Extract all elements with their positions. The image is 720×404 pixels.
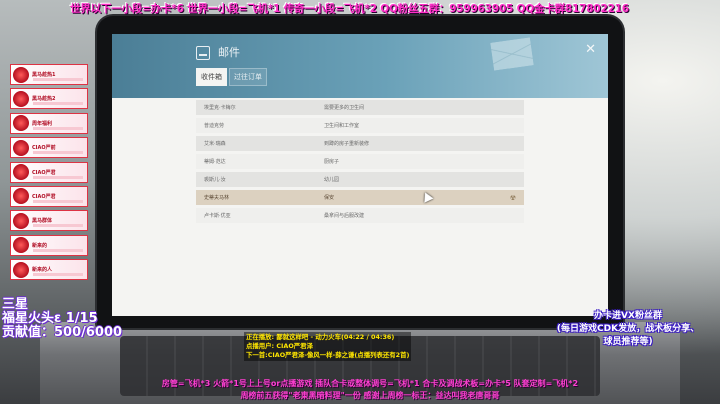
mail-subject: 厨房子 xyxy=(324,159,340,165)
rank-label: CIAO严君 xyxy=(32,169,56,176)
mail-sender: 史蒂夫马林 xyxy=(204,195,230,201)
mail-row[interactable]: 普迪克劳 卫生间和工作室 xyxy=(196,118,524,133)
rank-badge-icon xyxy=(13,66,29,83)
rank-card: 黑马群体 xyxy=(10,210,88,232)
mail-sender: 裘斯儿·汝 xyxy=(204,177,226,183)
rank-badge-icon xyxy=(13,164,29,181)
tab-past-orders[interactable]: 过往订单 xyxy=(229,68,267,86)
rank-card: 黑马趁热2 xyxy=(10,88,88,110)
bottom-banner-line-2: 周榜前五获得"老東黑暗料理"一份 感谢上周榜一标王：益达叫我老唐哥哥 xyxy=(240,391,500,400)
rank-bar xyxy=(33,199,83,203)
notice-line-2: (每日游戏CDK发放，战术板分享、 xyxy=(556,324,700,334)
notice-line-3: 球员推荐等) xyxy=(603,337,653,347)
top-banner: 世界以下一小段=办卡*6 世界一小段=飞机*1 传奇一小段=飞机*2 QQ粉丝五… xyxy=(70,3,629,15)
mail-sender: 艾米·瑞森 xyxy=(204,141,226,147)
rank-label: 黑马群体 xyxy=(32,218,53,225)
stats-line-progress: 福星火头ε 1/15 xyxy=(2,311,98,326)
mail-sender: 蒂姆·范达 xyxy=(204,159,226,165)
game-screen: 邮件 ✕ 收件箱 过往订单 埃里克·卡梅尔 需要更多的卫生间 普迪克劳 卫生间和… xyxy=(112,34,608,316)
tab-inbox[interactable]: 收件箱 xyxy=(196,68,227,86)
bottom-banner: 房管=飞机*3 火箭*1号上上号or点播游戏 插队合卡或整体调号=飞机*1 合卡… xyxy=(90,378,650,402)
requester-line: 点播用户: CIAO严君泽 xyxy=(246,342,313,350)
contribution-stats: 三星 福星火头ε 1/15 贡献值：500/6000 xyxy=(2,298,122,340)
mail-header: 邮件 ✕ 收件箱 过往订单 xyxy=(112,34,608,98)
stats-line-contribution: 贡献值：500/6000 xyxy=(2,325,123,340)
rank-badge-icon xyxy=(13,261,29,278)
mail-subject: 卫生间和工作室 xyxy=(324,123,360,129)
mail-sender: 卢卡斯·优亚 xyxy=(204,213,231,219)
fan-group-notice: 办卡进VX粉丝群 (每日游戏CDK发放，战术板分享、 球员推荐等) xyxy=(540,310,716,349)
rank-bar xyxy=(33,151,83,155)
rank-bar xyxy=(33,248,83,252)
mail-row-selected[interactable]: 史蒂夫马林 保安 ☢ xyxy=(196,190,524,205)
rank-bar xyxy=(33,78,83,81)
mail-sender: 埃里克·卡梅尔 xyxy=(204,105,236,111)
mail-row[interactable]: 埃里克·卡梅尔 需要更多的卫生间 xyxy=(196,100,524,115)
stats-line-rank: 三星 xyxy=(2,297,29,312)
rank-card: CIAO严君 xyxy=(10,161,88,183)
mail-tabs: 收件箱 过往订单 xyxy=(196,68,267,86)
mail-row[interactable]: 艾米·瑞森 到蹲的房子重新装修 xyxy=(196,136,524,151)
rank-badge-icon xyxy=(13,139,29,156)
mail-subject: 到蹲的房子重新装修 xyxy=(324,141,370,147)
now-playing-line: 正在播放: 鄙就这样吧 - 动力火车(04:22 / 04:36) xyxy=(246,333,395,341)
rank-label: 新来的人 xyxy=(32,267,53,274)
mail-row[interactable]: 卢卡斯·优亚 桑拿间与后服改建 xyxy=(196,208,524,223)
radiation-icon: ☢ xyxy=(509,194,516,202)
rank-label: 黑马趁热1 xyxy=(32,72,56,78)
rank-card: CIAO严前 xyxy=(10,137,88,159)
rank-badge-icon xyxy=(13,115,29,132)
bottom-banner-line-1: 房管=飞机*3 火箭*1号上上号or点播游戏 插队合卡或整体调号=飞机*1 合卡… xyxy=(161,379,579,388)
rank-bar xyxy=(33,175,83,179)
rank-panel: 黑马趁热1 黑马趁热2 周年福利 CIAO严前 CIAO严君 CIAO严君 黑马… xyxy=(10,64,88,284)
rank-label: 黑马趁热2 xyxy=(32,96,56,103)
mail-row[interactable]: 蒂姆·范达 厨房子 xyxy=(196,154,524,169)
rank-label: CIAO严君 xyxy=(32,193,56,200)
rank-bar xyxy=(33,224,83,228)
mail-sender: 普迪克劳 xyxy=(204,123,225,129)
rank-label: 周年福利 xyxy=(32,120,53,127)
mail-subject: 需要更多的卫生间 xyxy=(324,105,365,111)
mail-list: 埃里克·卡梅尔 需要更多的卫生间 普迪克劳 卫生间和工作室 艾米·瑞森 到蹲的房… xyxy=(196,100,524,226)
rank-card: 周年福利 xyxy=(10,112,88,134)
rank-card: 新来的 xyxy=(10,234,88,256)
rank-card: 新来的人 xyxy=(10,259,88,281)
rank-label: 新来的 xyxy=(32,242,48,249)
rank-card: 黑马趁热1 xyxy=(10,64,88,85)
rank-bar xyxy=(33,102,83,106)
mail-window-title: 邮件 xyxy=(218,46,240,59)
now-playing-box: 正在播放: 鄙就这样吧 - 动力火车(04:22 / 04:36) 点播用户: … xyxy=(244,332,412,361)
close-button[interactable]: ✕ xyxy=(585,42,596,57)
rank-bar xyxy=(33,126,83,130)
rank-badge-icon xyxy=(13,237,29,254)
rank-badge-icon xyxy=(13,188,29,205)
rank-badge-icon xyxy=(13,90,29,107)
next-song-line: 下一首:CIAO严君泽-像风一样-薛之谦(点播列表还有2首) xyxy=(246,351,410,359)
rank-label: CIAO严前 xyxy=(32,145,56,152)
rank-bar xyxy=(33,273,83,277)
mail-row[interactable]: 裘斯儿·汝 幼儿园 xyxy=(196,172,524,187)
notice-line-1: 办卡进VX粉丝群 xyxy=(594,311,662,321)
mail-subject: 幼儿园 xyxy=(324,177,340,183)
mail-icon xyxy=(196,46,210,60)
mail-subject: 桑拿间与后服改建 xyxy=(324,213,365,219)
rank-badge-icon xyxy=(13,212,29,229)
envelope-decoration-icon xyxy=(490,37,534,70)
rank-card: CIAO严君 xyxy=(10,185,88,207)
